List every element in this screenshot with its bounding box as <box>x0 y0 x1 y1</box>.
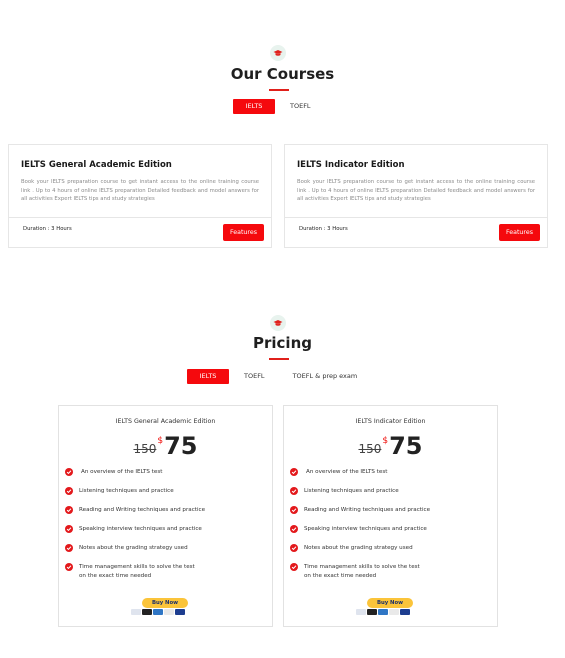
buy-now-button[interactable]: Buy Now <box>142 598 188 608</box>
graduation-cap-icon <box>270 315 286 331</box>
amex-card-icon <box>153 609 163 615</box>
current-price: 75 <box>389 432 423 460</box>
check-circle-icon <box>65 563 73 571</box>
check-circle-icon <box>290 506 298 514</box>
feature-text: Time management skills to solve the test… <box>79 564 195 579</box>
check-circle-icon <box>290 544 298 552</box>
tab-pricing-toefl[interactable]: TOEFL <box>229 369 275 384</box>
feature-item: An overview of the IELTS test <box>290 468 491 487</box>
feature-text: Time management skills to solve the test… <box>304 564 420 579</box>
currency-symbol: $ <box>157 436 164 446</box>
check-circle-icon <box>65 506 73 514</box>
check-circle-icon <box>65 525 73 533</box>
discover-card-icon <box>389 609 399 615</box>
courses-title-underline <box>269 89 289 91</box>
tab-pricing-toefl-prep[interactable]: TOEFL & prep exam <box>275 369 368 384</box>
old-price: 150 <box>133 442 157 456</box>
feature-list: An overview of the IELTS test Listening … <box>290 468 491 583</box>
check-circle-icon <box>290 525 298 533</box>
currency-symbol: $ <box>382 436 389 446</box>
check-circle-icon <box>65 544 73 552</box>
visa-card-icon <box>131 609 141 615</box>
price: 150 $ 75 <box>284 432 497 460</box>
graduation-cap-icon <box>270 45 286 61</box>
course-description: Book your IELTS preparation course to ge… <box>21 179 259 202</box>
course-title: IELTS General Academic Edition <box>21 160 172 170</box>
feature-item: Speaking interview techniques and practi… <box>290 525 491 544</box>
feature-text: Reading and Writing techniques and pract… <box>304 507 431 513</box>
tab-pricing-ielts[interactable]: IELTS <box>187 369 229 384</box>
bank-card-icon <box>400 609 410 615</box>
divider <box>9 217 271 218</box>
feature-item: Reading and Writing techniques and pract… <box>290 506 491 525</box>
price-card: IELTS Indicator Edition 150 $ 75 An over… <box>283 405 498 627</box>
course-duration: Duration : 3 Hours <box>299 226 348 232</box>
check-circle-icon <box>290 468 298 476</box>
price-card-title: IELTS Indicator Edition <box>355 418 426 425</box>
courses-tabs: IELTS TOEFL <box>233 99 321 114</box>
tab-courses-toefl[interactable]: TOEFL <box>275 99 321 114</box>
courses-title: Our Courses <box>230 65 335 83</box>
feature-item: Time management skills to solve the test… <box>290 563 491 583</box>
feature-item: Notes about the grading strategy used <box>65 544 266 563</box>
feature-item: Reading and Writing techniques and pract… <box>65 506 266 525</box>
old-price: 150 <box>358 442 382 456</box>
feature-text: Reading and Writing techniques and pract… <box>79 507 206 513</box>
feature-text: Listening techniques and practice <box>79 488 174 494</box>
visa-card-icon <box>356 609 366 615</box>
pricing-title-underline <box>269 358 289 360</box>
check-circle-icon <box>65 468 73 476</box>
payment-cards-icon <box>356 609 410 615</box>
price: 150 $ 75 <box>59 432 272 460</box>
feature-text: Speaking interview techniques and practi… <box>304 526 427 532</box>
course-card: IELTS Indicator Edition Book your IELTS … <box>284 144 548 248</box>
feature-text: Speaking interview techniques and practi… <box>79 526 202 532</box>
mastercard-icon <box>142 609 152 615</box>
amex-card-icon <box>378 609 388 615</box>
feature-text: Notes about the grading strategy used <box>79 545 188 551</box>
pricing-tabs: IELTS TOEFL TOEFL & prep exam <box>187 369 367 384</box>
course-description: Book your IELTS preparation course to ge… <box>297 179 535 202</box>
feature-item: Listening techniques and practice <box>65 487 266 506</box>
feature-text: An overview of the IELTS test <box>81 469 163 475</box>
check-circle-icon <box>65 487 73 495</box>
mastercard-icon <box>367 609 377 615</box>
check-circle-icon <box>290 487 298 495</box>
pricing-title: Pricing <box>253 334 312 352</box>
price-card-title: IELTS General Academic Edition <box>115 418 216 425</box>
course-card: IELTS General Academic Edition Book your… <box>8 144 272 248</box>
price-card: IELTS General Academic Edition 150 $ 75 … <box>58 405 273 627</box>
feature-item: Listening techniques and practice <box>290 487 491 506</box>
course-title: IELTS Indicator Edition <box>297 160 405 170</box>
feature-text: Listening techniques and practice <box>304 488 399 494</box>
feature-item: Time management skills to solve the test… <box>65 563 266 583</box>
divider <box>285 217 547 218</box>
check-circle-icon <box>290 563 298 571</box>
buy-now-button[interactable]: Buy Now <box>367 598 413 608</box>
current-price: 75 <box>164 432 198 460</box>
features-button[interactable]: Features <box>223 224 264 241</box>
feature-text: Notes about the grading strategy used <box>304 545 413 551</box>
feature-item: Notes about the grading strategy used <box>290 544 491 563</box>
discover-card-icon <box>164 609 174 615</box>
bank-card-icon <box>175 609 185 615</box>
course-duration: Duration : 3 Hours <box>23 226 72 232</box>
feature-text: An overview of the IELTS test <box>306 469 388 475</box>
feature-list: An overview of the IELTS test Listening … <box>65 468 266 583</box>
payment-cards-icon <box>131 609 185 615</box>
feature-item: An overview of the IELTS test <box>65 468 266 487</box>
tab-courses-ielts[interactable]: IELTS <box>233 99 275 114</box>
feature-item: Speaking interview techniques and practi… <box>65 525 266 544</box>
features-button[interactable]: Features <box>499 224 540 241</box>
